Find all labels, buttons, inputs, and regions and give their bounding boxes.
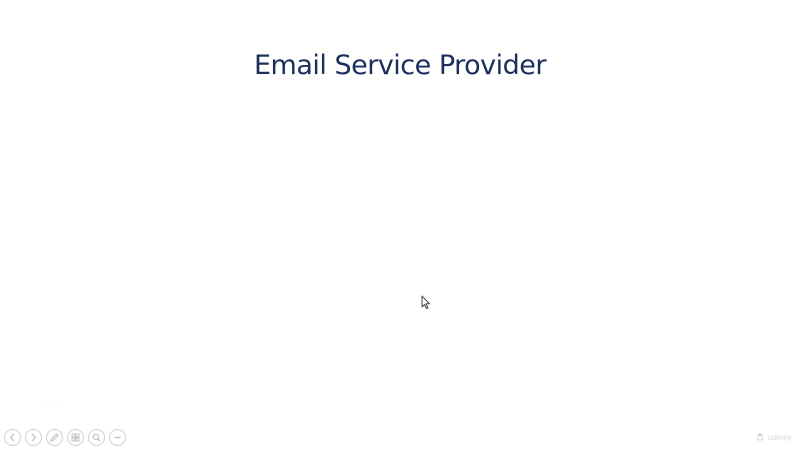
udemy-logo-icon (756, 433, 764, 441)
previous-slide-button[interactable] (4, 429, 21, 446)
faint-dots: · · · (42, 398, 62, 404)
see-all-slides-button[interactable] (67, 429, 84, 446)
next-slide-button[interactable] (25, 429, 42, 446)
watermark-text: udemy (767, 432, 792, 442)
zoom-button[interactable] (88, 429, 105, 446)
more-options-button[interactable] (109, 429, 126, 446)
zoom-icon (92, 433, 101, 442)
pen-tool-button[interactable] (46, 429, 63, 446)
slides-overview-icon (71, 433, 80, 442)
presentation-slide: Email Service Provider · · · udemy (0, 0, 800, 450)
presenter-toolbar (4, 429, 126, 447)
more-options-icon (114, 436, 121, 439)
next-icon (31, 433, 37, 442)
previous-icon (9, 433, 15, 442)
udemy-watermark: udemy (755, 432, 792, 442)
slide-title: Email Service Provider (253, 50, 547, 81)
pen-icon (50, 433, 59, 442)
mouse-cursor-icon (421, 295, 430, 309)
